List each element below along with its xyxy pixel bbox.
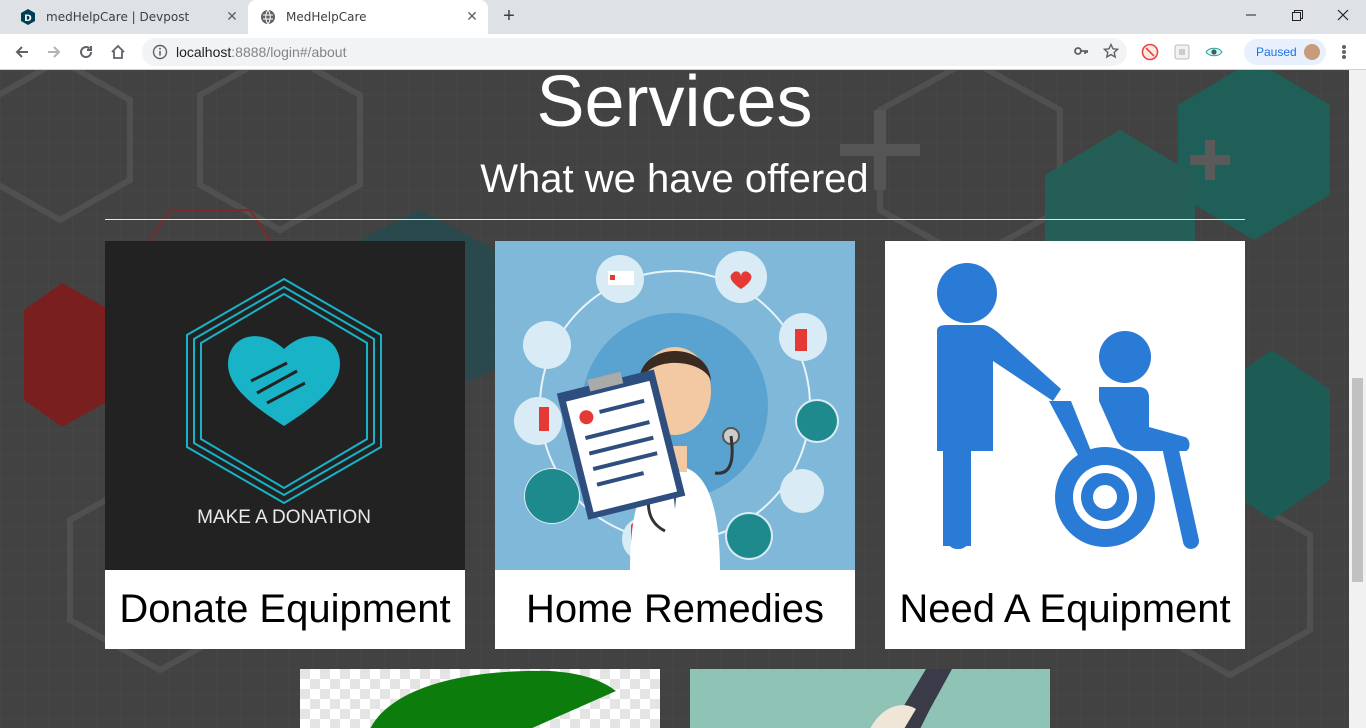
url-host: localhost: [176, 44, 232, 60]
page-scrollbar[interactable]: [1349, 70, 1366, 728]
make-a-donation-text: MAKE A DONATION: [197, 507, 371, 528]
service-card-need-equipment[interactable]: Need A Equipment: [885, 241, 1245, 649]
page-title: Services: [536, 70, 813, 142]
address-bar[interactable]: localhost:8888/login#/about: [142, 38, 1127, 66]
profile-button[interactable]: Paused: [1244, 39, 1326, 65]
info-icon[interactable]: [152, 44, 168, 60]
service-card-partial-teal[interactable]: [690, 669, 1050, 728]
reload-icon[interactable]: [72, 38, 100, 66]
url-path: :8888/login#/about: [231, 44, 347, 60]
card-caption: Donate Equipment: [119, 587, 451, 631]
page-subtitle: What we have offered: [480, 157, 869, 201]
devpost-icon: D: [20, 9, 36, 25]
restore-icon[interactable]: [1274, 0, 1320, 30]
key-icon[interactable]: [1073, 43, 1089, 62]
tab-title: medHelpCare | Devpost: [46, 10, 190, 24]
browser-toolbar: localhost:8888/login#/about Paused: [0, 34, 1366, 70]
service-card-remedies[interactable]: Home Remedies: [495, 241, 855, 649]
extension-eye-icon[interactable]: [1205, 43, 1223, 61]
tab-devpost[interactable]: D medHelpCare | Devpost ✕: [8, 0, 248, 34]
card-caption: Home Remedies: [526, 587, 824, 631]
close-icon[interactable]: ✕: [462, 9, 482, 25]
wheelchair-image: [885, 241, 1245, 570]
service-card-partial-green[interactable]: [300, 669, 660, 728]
avatar: [1302, 42, 1322, 62]
new-tab-button[interactable]: +: [498, 6, 520, 28]
page-viewport: Services What we have offered MAKE A DON…: [0, 70, 1349, 728]
svg-text:D: D: [24, 14, 31, 24]
back-icon[interactable]: [8, 38, 36, 66]
extension-square-icon[interactable]: [1173, 43, 1191, 61]
profile-status: Paused: [1256, 45, 1297, 59]
service-card-donate[interactable]: MAKE A DONATION Donate Equipment: [105, 241, 465, 649]
home-icon[interactable]: [104, 38, 132, 66]
card-caption: Need A Equipment: [899, 587, 1231, 631]
extension-block-icon[interactable]: [1141, 43, 1159, 61]
minimize-icon[interactable]: [1228, 0, 1274, 30]
tab-medhelpcare[interactable]: MedHelpCare ✕: [248, 0, 488, 34]
bookmark-star-icon[interactable]: [1102, 42, 1120, 62]
doctor-image: [495, 241, 855, 570]
browser-tab-bar: D medHelpCare | Devpost ✕ MedHelpCare ✕ …: [0, 0, 1366, 34]
close-icon[interactable]: ✕: [222, 9, 242, 25]
divider: [105, 219, 1245, 220]
window-close-icon[interactable]: [1320, 0, 1366, 30]
scrollbar-thumb[interactable]: [1352, 378, 1363, 582]
browser-menu-icon[interactable]: [1336, 42, 1352, 62]
globe-icon: [260, 9, 276, 25]
donation-image: MAKE A DONATION: [105, 241, 465, 570]
forward-icon[interactable]: [40, 38, 68, 66]
tab-title: MedHelpCare: [286, 10, 367, 24]
